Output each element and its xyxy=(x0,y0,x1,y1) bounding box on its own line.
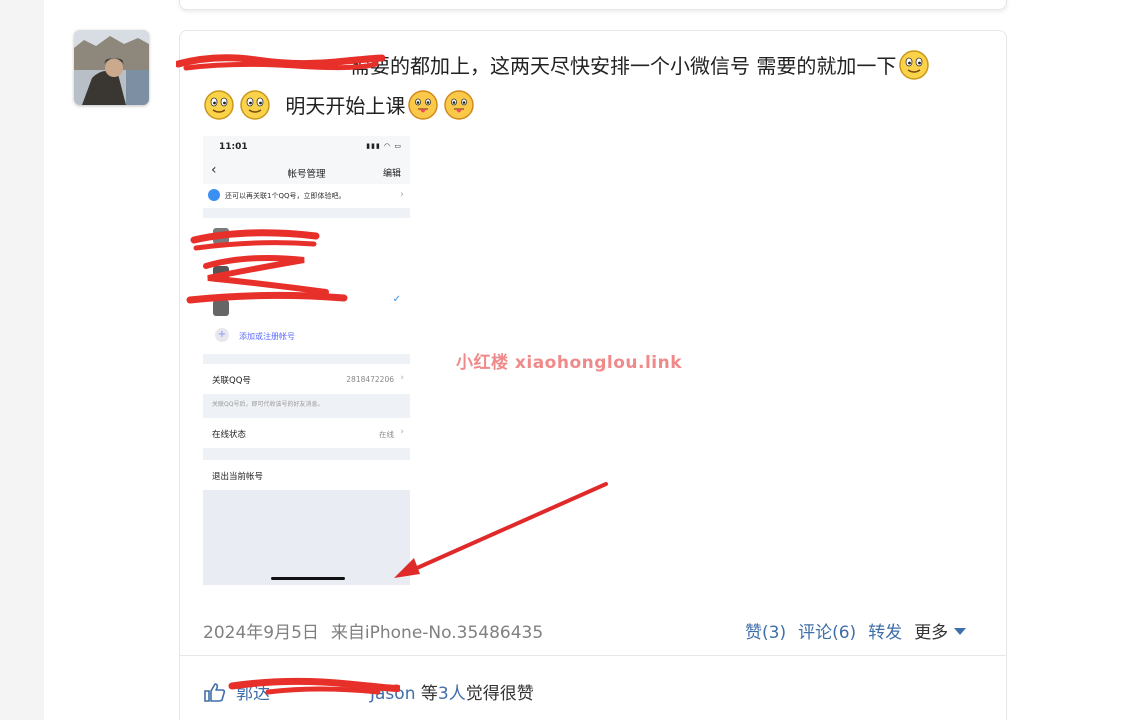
post-meta: 2024年9月5日 来自iPhone-No.35486435 xyxy=(203,618,543,643)
divider xyxy=(203,354,410,364)
divider xyxy=(203,448,410,460)
redaction-scribble xyxy=(228,677,400,695)
status-time: 11:01 xyxy=(219,142,248,152)
smile-emoji-icon xyxy=(899,50,930,80)
share-button[interactable]: 转发 xyxy=(868,623,902,643)
chevron-right-icon: › xyxy=(400,189,404,200)
empty-area xyxy=(203,490,410,585)
user-avatar[interactable] xyxy=(74,30,149,105)
thumbs-up-icon xyxy=(204,683,226,702)
more-label: 更多 xyxy=(914,623,949,643)
edit-button[interactable]: 编辑 xyxy=(383,166,401,179)
linked-qq-label: 关联QQ号 xyxy=(212,376,251,386)
checkmark-icon: ✓ xyxy=(392,294,401,305)
banner-text: 还可以再关联1个QQ号，立即体验吧。 xyxy=(225,192,346,200)
more-button[interactable]: 更多 xyxy=(914,623,967,643)
qq-icon xyxy=(208,189,220,201)
watermark: 小红楼 xiaohonglou.link xyxy=(456,353,683,373)
add-account-row[interactable] xyxy=(203,322,410,354)
phone-screenshot[interactable]: 11:01 ▮▮▮ ◠ ▭ ‹ 帐号管理 编辑 还可以再关联1个QQ号，立即体验… xyxy=(203,136,410,585)
redaction-scribble xyxy=(176,54,386,71)
chevron-right-icon: › xyxy=(400,427,404,437)
smile-emoji-icon xyxy=(204,90,234,120)
online-status-value: 在线 xyxy=(379,430,394,439)
add-account-label: 添加或注册帐号 xyxy=(239,332,295,341)
linked-qq-hint: 关联QQ号后，即可代收该号的好友消息。 xyxy=(212,401,324,408)
likes-suffix: 觉得很赞 xyxy=(465,684,534,704)
likes-count[interactable]: 3人 xyxy=(438,684,466,704)
redaction-scribble xyxy=(186,229,348,304)
logout-label: 退出当前帐号 xyxy=(212,472,264,482)
online-status-label: 在线状态 xyxy=(212,430,247,440)
signal-wifi-battery-icon: ▮▮▮ ◠ ▭ xyxy=(366,142,402,150)
comment-button[interactable]: 评论(6) xyxy=(798,623,856,643)
post-actions: 赞(3) 评论(6) 转发 更多 xyxy=(745,618,967,643)
caret-down-icon xyxy=(954,628,967,635)
like-button[interactable]: 赞(3) xyxy=(745,623,786,643)
previous-post-card xyxy=(179,0,1007,10)
smile-emoji-icon xyxy=(240,90,270,120)
divider xyxy=(180,655,1006,656)
post-date[interactable]: 2024年9月5日 xyxy=(203,623,319,643)
post-text-line-2: 明天开始上课 xyxy=(204,86,974,126)
linked-qq-value: 2818472206 xyxy=(346,375,394,384)
chevron-right-icon: › xyxy=(400,373,404,383)
phone-page-title: 帐号管理 xyxy=(287,169,326,180)
plus-icon: + xyxy=(215,328,229,342)
post-source: 来自iPhone-No.35486435 xyxy=(330,623,544,643)
red-arrow-annotation xyxy=(394,482,608,578)
home-indicator xyxy=(271,577,345,580)
tongue-emoji-icon xyxy=(444,90,475,120)
tongue-emoji-icon xyxy=(408,90,439,120)
likes-prefix: 等 xyxy=(420,684,438,704)
